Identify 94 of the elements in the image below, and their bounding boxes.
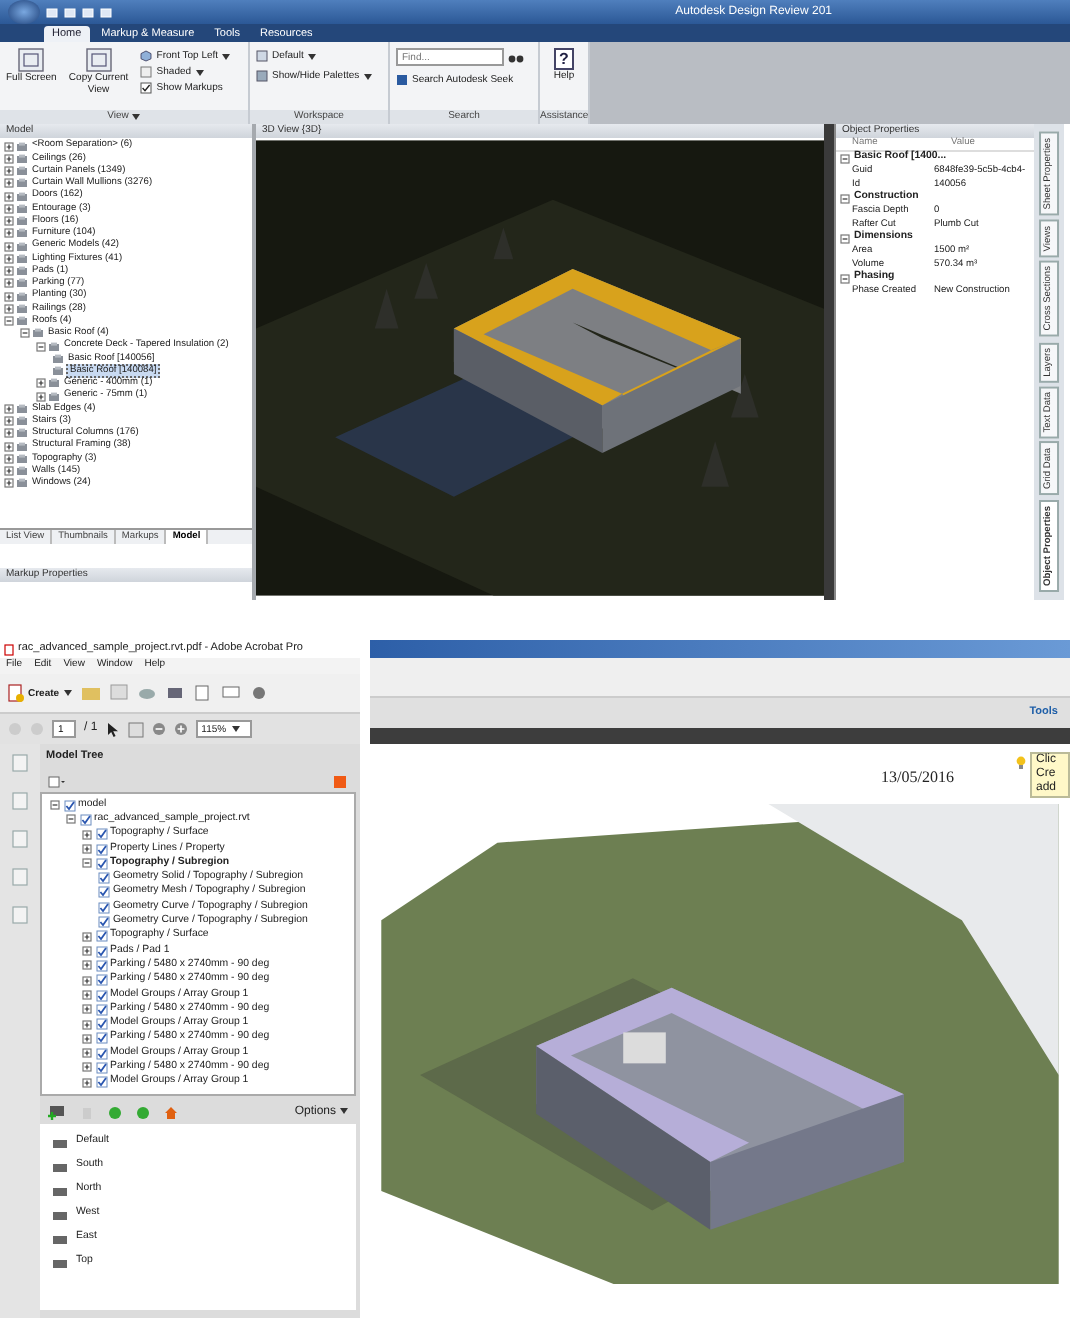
checkbox[interactable] <box>95 1076 107 1089</box>
checkbox[interactable] <box>95 974 107 987</box>
checkbox[interactable] <box>95 1032 107 1045</box>
expander-icon[interactable] <box>50 800 60 811</box>
expander-icon[interactable] <box>66 814 76 825</box>
checkbox[interactable] <box>95 1047 107 1060</box>
options-icon[interactable] <box>48 775 66 787</box>
checkbox[interactable] <box>98 872 110 885</box>
toolbar-button[interactable] <box>165 684 184 702</box>
expander-icon[interactable] <box>4 241 14 252</box>
caret-icon[interactable] <box>132 114 141 120</box>
expander-icon[interactable] <box>840 233 850 244</box>
checkbox[interactable] <box>95 1061 107 1074</box>
expander-icon[interactable] <box>82 960 92 971</box>
expander-icon[interactable] <box>4 416 14 427</box>
caret-icon[interactable] <box>340 1108 348 1115</box>
expander-icon[interactable] <box>82 946 92 957</box>
document-date: 13/05/2016 <box>881 768 954 790</box>
checkbox[interactable] <box>95 1018 107 1031</box>
add-view-icon[interactable] <box>48 1104 66 1120</box>
checkbox[interactable] <box>95 1003 107 1016</box>
checkbox[interactable] <box>63 799 75 812</box>
checkbox[interactable] <box>95 930 107 943</box>
checkbox[interactable] <box>95 828 107 841</box>
expander-icon[interactable] <box>4 466 14 477</box>
toolbar-button[interactable] <box>249 684 268 702</box>
expander-icon[interactable] <box>4 166 14 177</box>
expander-icon[interactable] <box>36 391 46 402</box>
checkbox[interactable] <box>95 945 107 958</box>
checkbox[interactable] <box>95 989 107 1001</box>
expander-icon[interactable] <box>4 441 14 452</box>
binoculars-icon[interactable] <box>508 51 524 63</box>
expander-icon[interactable] <box>4 278 14 289</box>
expander-icon[interactable] <box>4 228 14 239</box>
expander-icon[interactable] <box>4 478 14 489</box>
expander-icon[interactable] <box>840 153 850 164</box>
expander-icon[interactable] <box>36 378 46 389</box>
caret-icon[interactable] <box>222 53 231 59</box>
caret-icon[interactable] <box>232 726 241 732</box>
expander-icon[interactable] <box>4 191 14 202</box>
expander-icon[interactable] <box>4 216 14 227</box>
expander-icon[interactable] <box>4 178 14 189</box>
expander-icon[interactable] <box>82 829 92 840</box>
checkbox[interactable] <box>95 959 107 972</box>
checkbox[interactable] <box>95 843 107 856</box>
expander-icon[interactable] <box>4 203 14 214</box>
expander-icon[interactable] <box>4 266 14 277</box>
caret-icon[interactable] <box>63 690 72 696</box>
lightbulb-icon <box>1016 756 1026 770</box>
expander-icon[interactable] <box>82 844 92 855</box>
expander-icon[interactable] <box>82 1048 92 1059</box>
zoom-out-icon[interactable] <box>151 722 166 736</box>
expander-icon[interactable] <box>4 428 14 439</box>
caret-icon[interactable] <box>195 69 204 75</box>
checkbox[interactable] <box>79 813 91 826</box>
expander-icon[interactable] <box>4 141 14 152</box>
expander-icon[interactable] <box>82 1004 92 1015</box>
expander-icon[interactable] <box>840 273 850 284</box>
checkbox[interactable] <box>98 886 110 899</box>
expander-icon[interactable] <box>4 291 14 302</box>
expander-icon[interactable] <box>82 1019 92 1030</box>
fullscreen-icon <box>18 48 45 72</box>
checkbox[interactable] <box>98 916 110 929</box>
checkbox[interactable] <box>95 857 107 870</box>
expander-icon[interactable] <box>82 931 92 942</box>
caret-icon[interactable] <box>363 73 372 79</box>
expander-icon[interactable] <box>20 328 30 339</box>
expander-icon[interactable] <box>4 453 14 464</box>
expander-icon[interactable] <box>82 975 92 986</box>
checkbox[interactable] <box>140 82 153 94</box>
cube-icon <box>140 50 153 62</box>
checkbox[interactable] <box>98 901 110 914</box>
expander-icon[interactable] <box>4 316 14 327</box>
expander-icon[interactable] <box>4 153 14 164</box>
expander-icon[interactable] <box>4 403 14 414</box>
expander-icon[interactable] <box>4 303 14 314</box>
zoom-in-icon[interactable] <box>173 722 188 736</box>
expander-icon[interactable] <box>82 1062 92 1073</box>
color-swatch-icon[interactable] <box>334 775 348 787</box>
help-icon: ? <box>553 48 574 70</box>
document-icon <box>8 684 24 702</box>
box-icon <box>140 66 153 78</box>
caret-icon[interactable] <box>307 53 316 59</box>
expander-icon[interactable] <box>840 193 850 204</box>
app-menu-button[interactable] <box>8 0 40 24</box>
cursor-icon[interactable] <box>105 721 120 737</box>
home-icon[interactable] <box>164 1105 178 1119</box>
expander-icon[interactable] <box>82 858 92 869</box>
window-icon <box>85 48 112 72</box>
expander-icon[interactable] <box>82 1033 92 1044</box>
expander-icon[interactable] <box>36 341 46 352</box>
expander-icon[interactable] <box>82 1077 92 1088</box>
expander-icon[interactable] <box>82 990 92 1000</box>
expander-icon[interactable] <box>4 253 14 264</box>
